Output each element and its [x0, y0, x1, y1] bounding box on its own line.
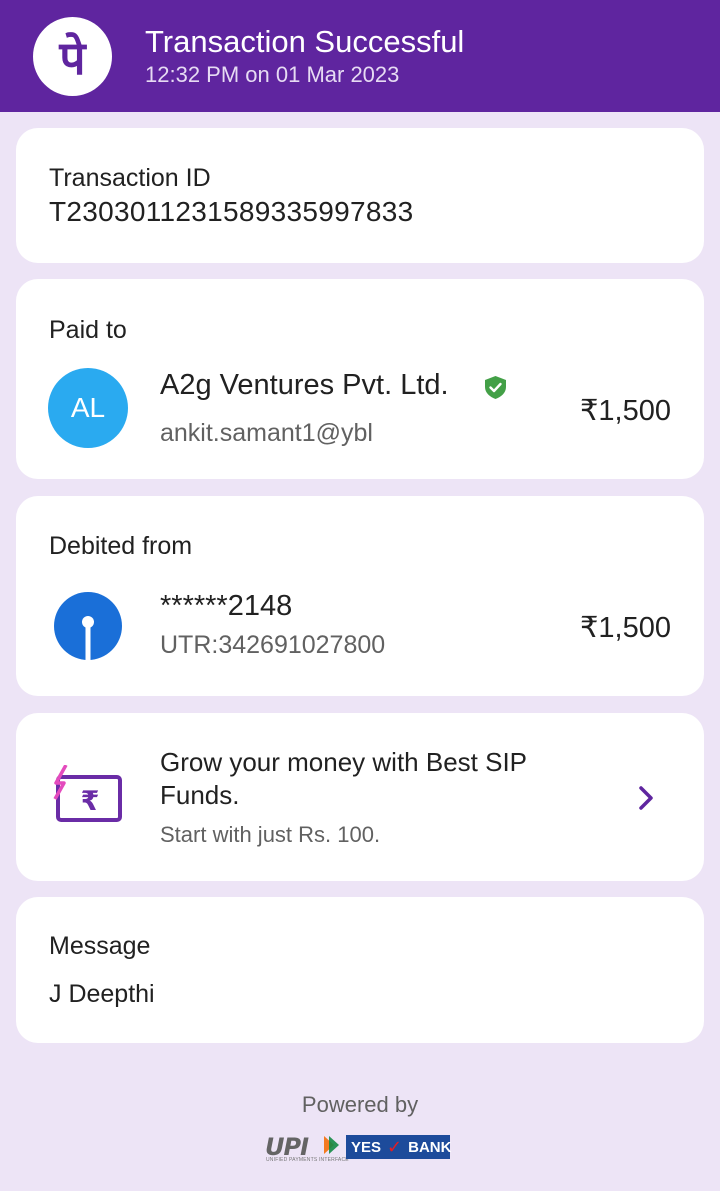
- powered-by-label: Powered by: [301, 1092, 419, 1117]
- payee-name: A2g Ventures Pvt. Ltd.: [160, 369, 449, 401]
- debit-account-number: ******2148: [160, 590, 293, 622]
- svg-text:₹: ₹: [81, 786, 100, 817]
- debited-from-label: Debited from: [49, 532, 193, 560]
- message-text: J Deepthi: [49, 980, 155, 1008]
- debited-from-card[interactable]: Debited from ******2148 UTR:342691027800…: [16, 496, 704, 696]
- yes-bank-logo-right: BANK: [408, 1138, 452, 1156]
- phonepe-logo: पे: [33, 17, 112, 96]
- yes-bank-logo: YES ✓ BANK: [346, 1135, 452, 1159]
- page-title: Transaction Successful: [145, 24, 465, 59]
- utr-number[interactable]: UTR:342691027800: [160, 631, 385, 660]
- upi-tagline: UNIFIED PAYMENTS INTERFACE: [266, 1157, 349, 1163]
- rupee-card-icon: ₹: [53, 765, 122, 822]
- header-bar: पे Transaction Successful 12:32 PM on 01…: [0, 0, 720, 112]
- sip-promo-card[interactable]: ₹ Grow your money with Best SIP Funds. S…: [16, 713, 704, 881]
- sbi-bank-icon: [54, 592, 122, 660]
- transaction-id-card[interactable]: Transaction ID T2303011231589335997833: [16, 128, 704, 263]
- paid-to-card[interactable]: Paid to AL A2g Ventures Pvt. Ltd. ankit.…: [16, 279, 704, 479]
- paid-to-label: Paid to: [49, 316, 127, 344]
- yes-bank-logo-left: YES: [351, 1138, 382, 1156]
- verified-shield-icon: [485, 376, 506, 399]
- message-label: Message: [49, 932, 151, 960]
- paid-amount: ₹1,500: [579, 395, 671, 427]
- payee-upi-id: ankit.samant1@ybl: [160, 419, 373, 447]
- transaction-id-label: Transaction ID: [49, 164, 211, 192]
- transaction-id-value[interactable]: T2303011231589335997833: [49, 196, 414, 228]
- promo-title: Grow your money with Best SIP Funds.: [160, 747, 527, 810]
- promo-subtitle: Start with just Rs. 100.: [160, 822, 381, 847]
- transaction-timestamp: 12:32 PM on 01 Mar 2023: [145, 62, 400, 87]
- upi-arrow-icon: [324, 1136, 339, 1154]
- payee-avatar: AL: [48, 368, 128, 448]
- message-card: Message J Deepthi: [16, 897, 704, 1043]
- chevron-right-icon[interactable]: [636, 784, 656, 812]
- yes-bank-tick-icon: ✓: [387, 1136, 403, 1157]
- debited-amount: ₹1,500: [579, 612, 671, 644]
